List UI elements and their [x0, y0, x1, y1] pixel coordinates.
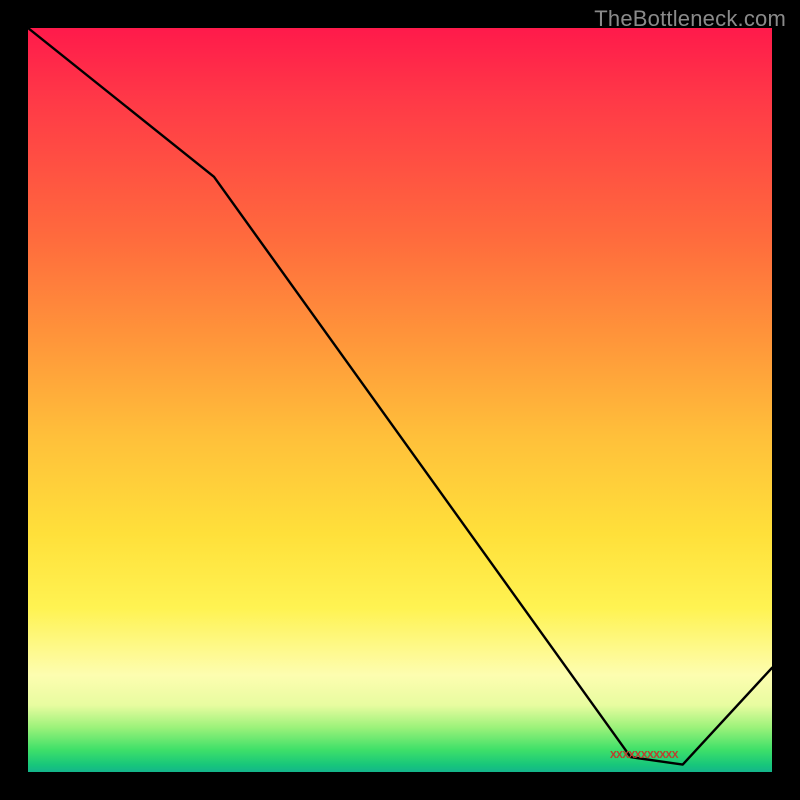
chart-frame: XXXXXXXXXXX TheBottleneck.com [0, 0, 800, 800]
plot-area: XXXXXXXXXXX [28, 28, 772, 772]
bottleneck-curve [28, 28, 772, 772]
watermark-text: TheBottleneck.com [594, 6, 786, 32]
min-region-label: XXXXXXXXXXX [610, 750, 678, 761]
